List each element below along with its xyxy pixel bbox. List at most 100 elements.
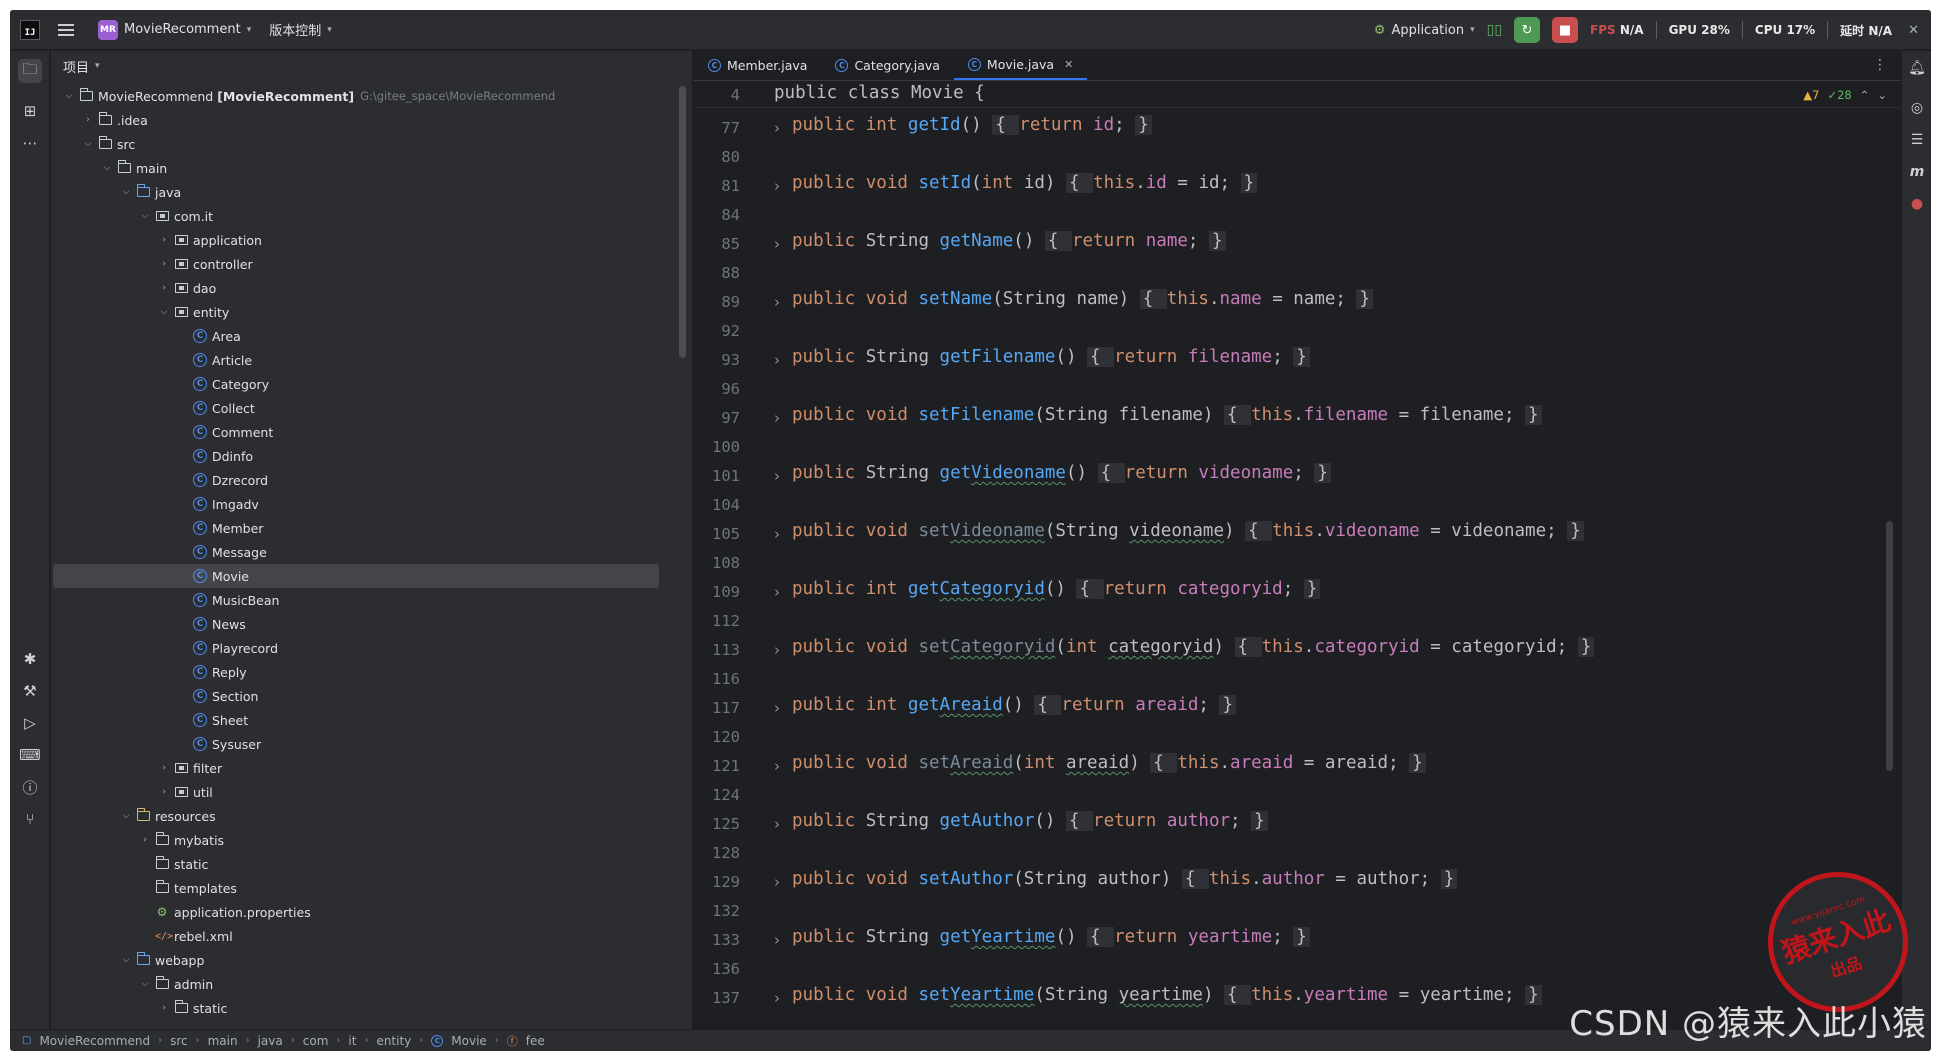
tree-item-class[interactable]: C Comment: [51, 420, 681, 444]
tree-item-class[interactable]: C Category: [51, 372, 681, 396]
tree-item-class[interactable]: C Imgadv: [51, 492, 681, 516]
chevron-down-icon[interactable]: ⌵: [63, 91, 75, 101]
terminal-icon[interactable]: ⌨: [18, 743, 42, 767]
chevron-right-icon[interactable]: ›: [158, 259, 170, 269]
tree-item-class[interactable]: C Member: [51, 516, 681, 540]
tree-item[interactable]: ⌵ java: [51, 180, 681, 204]
maven-icon[interactable]: m: [1908, 163, 1926, 181]
tree-item-class[interactable]: C Reply: [51, 660, 681, 684]
chevron-right-icon[interactable]: ›: [139, 835, 151, 845]
tree-item[interactable]: › util: [51, 780, 681, 804]
services-icon[interactable]: ▷: [18, 711, 42, 735]
tree-item-class[interactable]: C Ddinfo: [51, 444, 681, 468]
tree-item-class[interactable]: C Article: [51, 348, 681, 372]
tab-movie[interactable]: C Movie.java ✕: [953, 50, 1088, 80]
tree-item-class[interactable]: C News: [51, 612, 681, 636]
chevron-right-icon[interactable]: ›: [82, 115, 94, 125]
chevron-down-icon[interactable]: ⌵: [139, 211, 151, 221]
fold-chevron-icon[interactable]: ›: [774, 699, 780, 717]
tree-item-class[interactable]: C MusicBean: [51, 588, 681, 612]
chevron-up-icon[interactable]: ⌃: [1860, 88, 1870, 102]
rerun-button[interactable]: ↻: [1514, 17, 1541, 43]
structure-icon[interactable]: ⊞: [18, 99, 42, 123]
project-folder-icon[interactable]: 🗀: [18, 59, 42, 83]
tree-item[interactable]: static: [51, 852, 681, 876]
ai-assistant-icon[interactable]: ◎: [1908, 99, 1926, 117]
fold-chevron-icon[interactable]: ›: [774, 467, 780, 485]
tree-item-class[interactable]: C Message: [51, 540, 681, 564]
fold-chevron-icon[interactable]: ›: [774, 583, 780, 601]
vcs-widget[interactable]: 版本控制 ▾: [269, 20, 332, 39]
chevron-right-icon[interactable]: ›: [158, 787, 170, 797]
tree-item[interactable]: › static: [51, 996, 681, 1020]
tree-item[interactable]: › controller: [51, 252, 681, 276]
main-menu-icon[interactable]: [58, 23, 74, 36]
tree-item-class[interactable]: C Area: [51, 324, 681, 348]
notifications-icon[interactable]: 🔔︎: [1908, 59, 1926, 77]
chevron-down-icon[interactable]: ⌵: [120, 955, 132, 965]
tree-item[interactable]: ⌵ webapp: [51, 948, 681, 972]
breadcrumb-item[interactable]: src: [170, 1034, 188, 1048]
tree-item[interactable]: ⚙ application.properties: [51, 900, 681, 924]
close-icon[interactable]: ✕: [1908, 23, 1919, 38]
tree-item[interactable]: ⌵ entity: [51, 300, 681, 324]
breadcrumb-item[interactable]: entity: [376, 1034, 411, 1048]
project-switcher[interactable]: MovieRecomment ▾: [124, 22, 251, 37]
chevron-right-icon[interactable]: ›: [158, 283, 170, 293]
fold-chevron-icon[interactable]: ›: [774, 293, 780, 311]
tab-member[interactable]: C Member.java: [694, 50, 821, 80]
tree-item-class[interactable]: C Section: [51, 684, 681, 708]
editor-scrollbar[interactable]: [1886, 521, 1893, 771]
chevron-down-icon[interactable]: ⌵: [120, 811, 132, 821]
tree-item-class-selected[interactable]: C Movie: [53, 564, 659, 588]
database-icon[interactable]: ☰: [1908, 131, 1926, 149]
tree-item[interactable]: › dao: [51, 276, 681, 300]
breadcrumb-item[interactable]: fee: [526, 1034, 545, 1048]
tree-item[interactable]: ⌵ admin: [51, 972, 681, 996]
git-icon[interactable]: ⑂: [18, 807, 42, 831]
breadcrumb-item[interactable]: Movie: [451, 1034, 487, 1048]
chevron-down-icon[interactable]: ⌵: [158, 307, 170, 317]
fold-chevron-icon[interactable]: ›: [774, 409, 780, 427]
chevron-right-icon[interactable]: ›: [158, 763, 170, 773]
fold-chevron-icon[interactable]: ›: [774, 931, 780, 949]
pause-icon[interactable]: ▯▯: [1487, 22, 1502, 38]
tree-item[interactable]: ⌵ main: [51, 156, 681, 180]
tree-item[interactable]: › mybatis: [51, 828, 681, 852]
chevron-down-icon[interactable]: ⌵: [101, 163, 113, 173]
fold-chevron-icon[interactable]: ›: [774, 525, 780, 543]
tree-item[interactable]: › application: [51, 228, 681, 252]
tree-item[interactable]: ⌵ src: [51, 132, 681, 156]
project-badge[interactable]: MR: [98, 19, 118, 40]
breadcrumb-item[interactable]: com: [303, 1034, 329, 1048]
tree-item[interactable]: › .idea: [51, 108, 681, 132]
chevron-down-icon[interactable]: ⌄: [1877, 88, 1887, 102]
more-icon[interactable]: ⋮: [1873, 57, 1887, 73]
chevron-down-icon[interactable]: ⌵: [139, 979, 151, 989]
project-scrollbar[interactable]: [679, 86, 686, 358]
tree-item[interactable]: </> rebel.xml: [51, 924, 681, 948]
tree-item-class[interactable]: C Sysuser: [51, 732, 681, 756]
tree-item[interactable]: ⌵ com.it: [51, 204, 681, 228]
tab-category[interactable]: C Category.java: [821, 50, 953, 80]
more-icon[interactable]: ⋯: [18, 131, 42, 155]
project-panel-header[interactable]: 项目 ▾: [51, 51, 692, 81]
build-icon[interactable]: ⚒: [18, 679, 42, 703]
fold-chevron-icon[interactable]: ›: [774, 815, 780, 833]
breadcrumb-item[interactable]: java: [258, 1034, 283, 1048]
run-config-selector[interactable]: ⚙ Application ▾: [1374, 23, 1475, 38]
plugin-icon[interactable]: ●: [1908, 195, 1926, 213]
breadcrumb-item[interactable]: MovieRecommend: [39, 1034, 150, 1048]
fold-chevron-icon[interactable]: ›: [774, 757, 780, 775]
tree-item-class[interactable]: C Playrecord: [51, 636, 681, 660]
breadcrumb-item[interactable]: main: [208, 1034, 238, 1048]
fold-chevron-icon[interactable]: ›: [774, 177, 780, 195]
chevron-right-icon[interactable]: ›: [158, 235, 170, 245]
tree-item-class[interactable]: C Sheet: [51, 708, 681, 732]
fold-chevron-icon[interactable]: ›: [774, 989, 780, 1007]
tree-item-class[interactable]: C Dzrecord: [51, 468, 681, 492]
tree-item[interactable]: › filter: [51, 756, 681, 780]
fold-chevron-icon[interactable]: ›: [774, 119, 780, 137]
tree-item[interactable]: ⌵ resources: [51, 804, 681, 828]
debug-icon[interactable]: ✱: [18, 647, 42, 671]
